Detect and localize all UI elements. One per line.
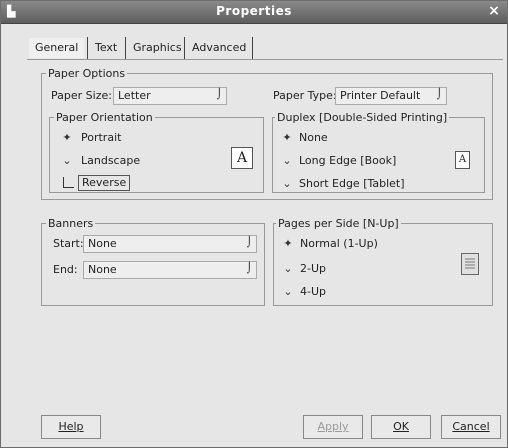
help-button-label: Help [58,420,84,433]
paper-type-value: Printer Default [340,89,421,102]
nup-4up-option[interactable]: 4-Up [300,285,326,299]
reverse-label[interactable]: Reverse [78,175,131,191]
radio-unselected-icon[interactable]: ⌄ [281,178,293,190]
apply-button[interactable]: Apply [303,415,363,439]
orientation-legend: Paper Orientation [54,111,155,124]
title-bar[interactable]: ▙ Properties × [1,1,507,24]
chevron-down-icon: ⌡ [246,263,252,274]
paper-size-label: Paper Size: [51,89,112,102]
paper-options-legend: Paper Options [46,67,128,80]
tab-text[interactable]: Text [89,38,123,58]
tab-divider [87,37,88,59]
banner-start-label: Start: [53,237,84,250]
apply-button-label: Apply [317,420,349,433]
properties-dialog: ▙ Properties × General Text Graphics Adv… [0,0,508,448]
chevron-down-icon: ⌡ [246,237,252,248]
ok-button-label: OK [393,420,409,433]
radio-selected-icon[interactable]: ✦ [61,132,73,144]
tab-divider [125,37,126,59]
paper-size-select[interactable]: Letter ⌡ [113,87,227,105]
chevron-down-icon: ⌡ [436,89,442,100]
radio-unselected-icon[interactable]: ⌄ [281,155,293,167]
cancel-button-label: Cancel [452,420,490,433]
banner-start-select[interactable]: None ⌡ [83,235,257,253]
page-lines-icon [465,258,475,269]
tab-general[interactable]: General [29,38,85,58]
duplex-long-edge-option[interactable]: Long Edge [Book] [299,154,396,168]
reverse-checkbox[interactable] [63,177,74,188]
window-title: Properties [216,4,292,18]
nup-preview-icon [461,253,479,275]
portrait-option[interactable]: Portrait [81,131,121,145]
duplex-legend: Duplex [Double-Sided Printing] [275,111,450,124]
banner-end-select[interactable]: None ⌡ [83,261,257,279]
tab-advanced[interactable]: Advanced [186,38,252,58]
paper-type-select[interactable]: Printer Default ⌡ [335,87,447,105]
radio-unselected-icon[interactable]: ⌄ [282,286,294,298]
radio-selected-icon[interactable]: ✦ [282,238,294,250]
help-button[interactable]: Help [41,415,101,439]
nup-2up-option[interactable]: 2-Up [300,262,326,276]
chevron-down-icon: ⌡ [216,89,222,100]
duplex-preview-icon: A [455,151,470,169]
duplex-short-edge-option[interactable]: Short Edge [Tablet] [299,177,405,191]
nup-legend: Pages per Side [N-Up] [276,217,401,230]
landscape-option[interactable]: Landscape [81,154,140,168]
tab-divider [252,37,253,59]
tab-graphics[interactable]: Graphics [127,38,188,58]
radio-selected-icon[interactable]: ✦ [281,132,293,144]
tab-divider [184,37,185,59]
banner-end-label: End: [53,263,78,276]
close-icon[interactable]: × [487,3,501,19]
nup-1up-option[interactable]: Normal (1-Up) [300,237,378,251]
ok-button[interactable]: OK [371,415,431,439]
paper-size-value: Letter [118,89,151,102]
paper-type-label: Paper Type: [273,89,337,102]
orientation-preview-icon: A [231,147,253,169]
banner-start-value: None [88,237,117,250]
radio-unselected-icon[interactable]: ⌄ [61,155,73,167]
banners-legend: Banners [46,217,96,230]
duplex-none-option[interactable]: None [299,131,328,145]
tab-underline [27,59,503,60]
cancel-button[interactable]: Cancel [441,415,501,439]
banner-end-value: None [88,263,117,276]
radio-unselected-icon[interactable]: ⌄ [282,263,294,275]
